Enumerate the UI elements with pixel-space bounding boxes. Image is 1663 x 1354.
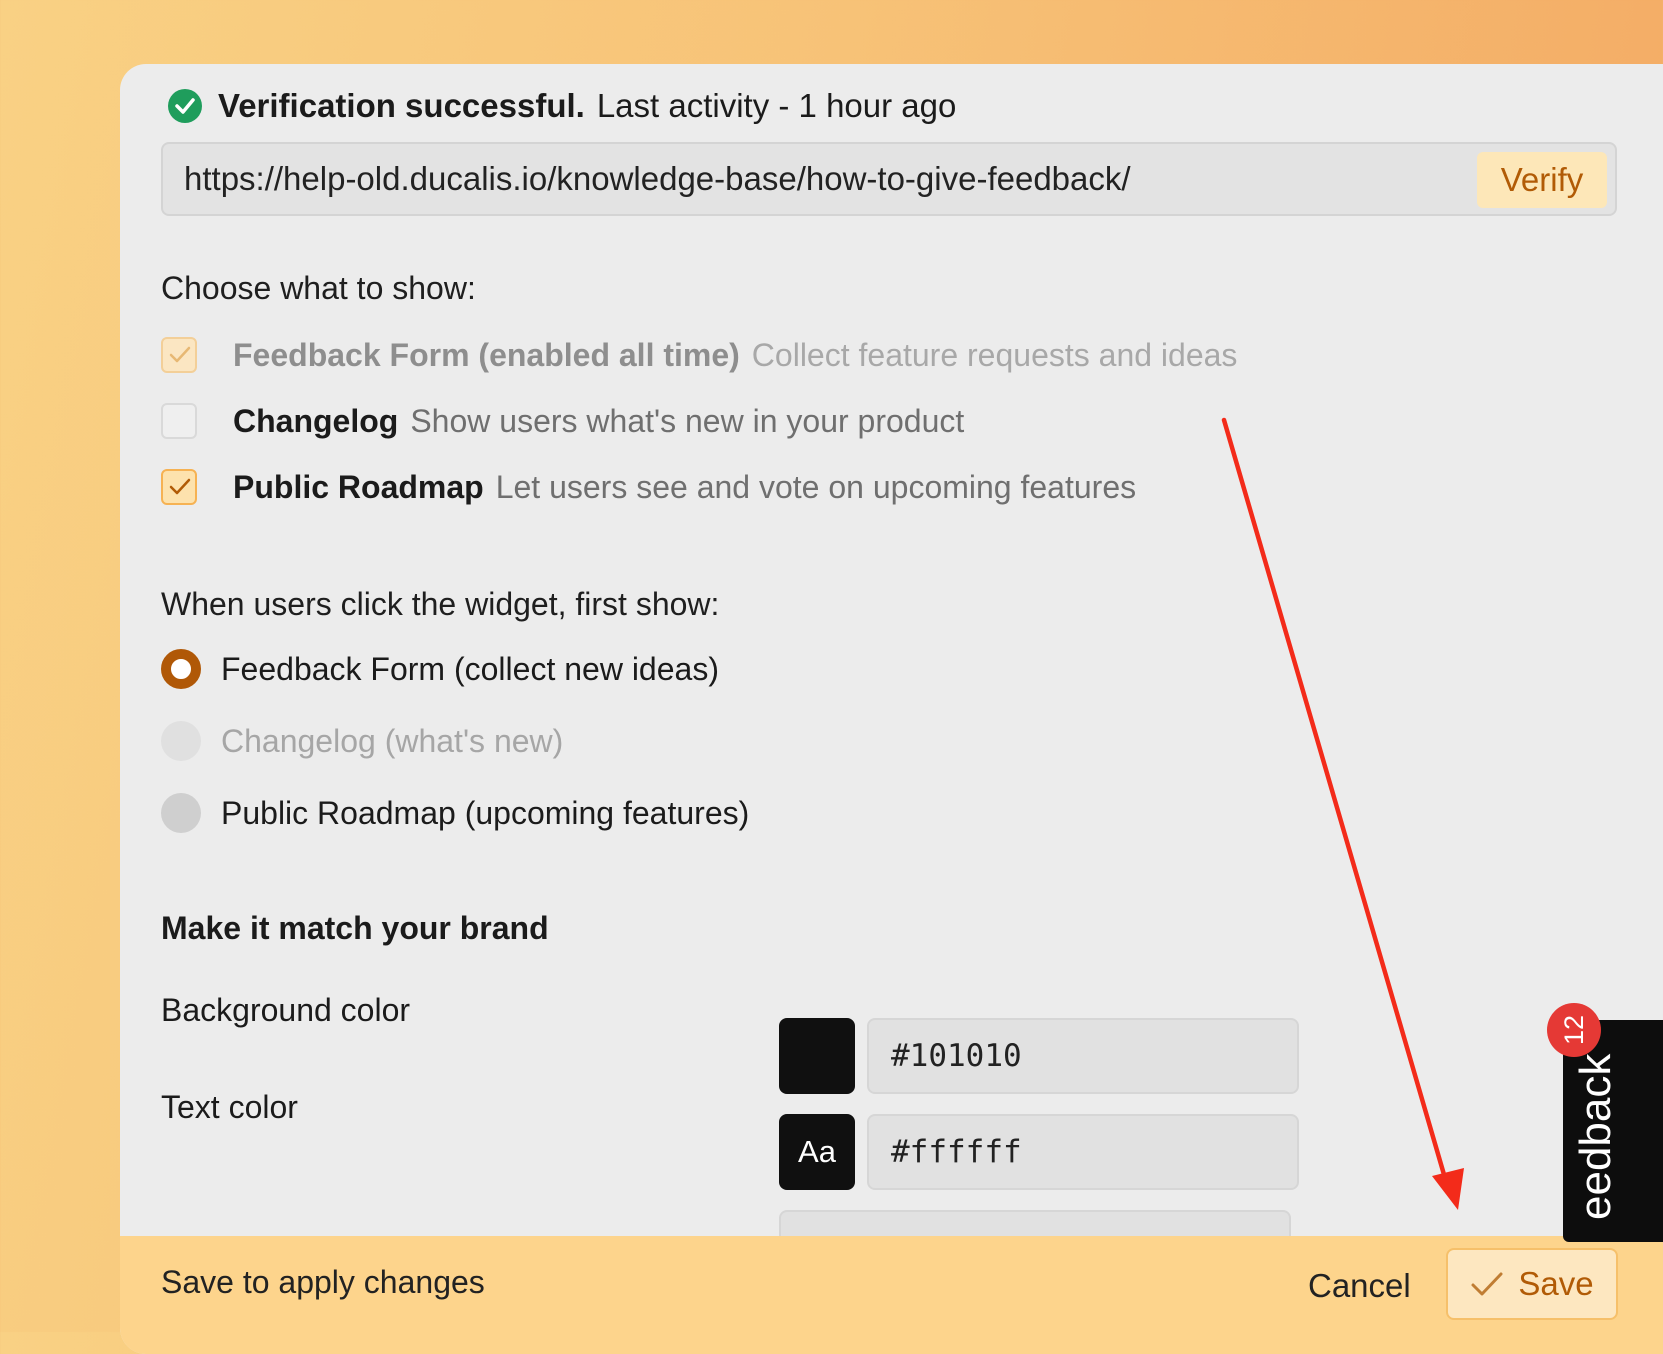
last-activity-text: Last activity - 1 hour ago [596,87,957,124]
changelog-desc: Show users what's new in your product [410,402,965,439]
cancel-button[interactable]: Cancel [1292,1256,1427,1316]
footer-message: Save to apply changes [161,1264,485,1300]
radio-feedback-form-button[interactable] [161,649,201,689]
radio-feedback-form-label: Feedback Form (collect new ideas) [221,650,719,687]
notification-badge: 12 [1547,1003,1601,1057]
check-circle-icon [168,89,202,123]
text-color-value: #ffffff [891,1134,1022,1170]
save-footer-bar: Save to apply changes Cancel Save [120,1236,1663,1354]
first-show-heading: When users click the widget, first show: [161,586,720,622]
option-feedback-form: Feedback Form (enabled all time) Collect… [161,332,1237,378]
site-url-value: https://help-old.ducalis.io/knowledge-ba… [184,160,1131,197]
brand-heading: Make it match your brand [161,910,549,946]
changelog-checkbox[interactable] [161,403,197,439]
radio-changelog-label: Changelog (what's new) [221,722,564,759]
background-color-swatch[interactable] [779,1018,855,1094]
verification-status: Verification successful. Last activity -… [168,84,956,128]
radio-changelog: Changelog (what's new) [161,718,563,764]
save-button[interactable]: Save [1446,1248,1618,1320]
widget-settings-panel: Verification successful. Last activity -… [120,64,1663,1354]
public-roadmap-desc: Let users see and vote on upcoming featu… [495,468,1137,505]
feedback-form-checkbox [161,337,197,373]
feedback-widget-tab-label: eedback [1571,1053,1620,1220]
checkmark-icon [1471,1272,1503,1296]
feedback-form-desc: Collect feature requests and ideas [751,336,1238,373]
background-color-value: #101010 [891,1038,1022,1074]
radio-public-roadmap-button[interactable] [161,793,201,833]
feedback-form-title: Feedback Form (enabled all time) [233,336,740,373]
radio-public-roadmap[interactable]: Public Roadmap (upcoming features) [161,790,749,836]
text-color-input[interactable]: #ffffff [867,1114,1299,1190]
background-color-label: Background color [161,992,411,1028]
public-roadmap-checkbox[interactable] [161,469,197,505]
option-changelog[interactable]: Changelog Show users what's new in your … [161,398,964,444]
site-url-input[interactable]: https://help-old.ducalis.io/knowledge-ba… [161,142,1617,216]
text-color-swatch[interactable]: Aa [779,1114,855,1190]
show-options-heading: Choose what to show: [161,270,476,306]
changelog-title: Changelog [233,402,399,439]
text-color-label: Text color [161,1089,298,1125]
save-button-label: Save [1518,1265,1594,1302]
background-color-input[interactable]: #101010 [867,1018,1299,1094]
verify-button[interactable]: Verify [1477,152,1607,208]
verification-status-text: Verification successful. [218,87,585,124]
radio-public-roadmap-label: Public Roadmap (upcoming features) [221,794,750,831]
public-roadmap-title: Public Roadmap [233,468,484,505]
radio-changelog-button [161,721,201,761]
option-public-roadmap[interactable]: Public Roadmap Let users see and vote on… [161,464,1136,510]
radio-feedback-form[interactable]: Feedback Form (collect new ideas) [161,646,719,692]
